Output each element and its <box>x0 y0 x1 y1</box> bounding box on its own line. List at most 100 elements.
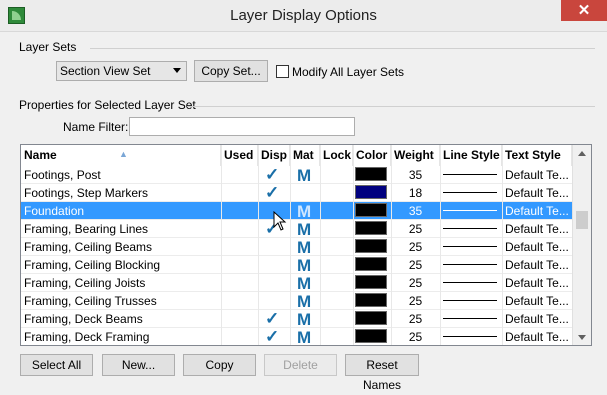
properties-group-label: Properties for Selected Layer Set <box>19 98 196 112</box>
material-icon[interactable]: M <box>297 292 311 311</box>
layer-name-cell[interactable]: Framing, Ceiling Joists <box>21 274 221 292</box>
color-swatch[interactable] <box>355 275 387 289</box>
line-style-sample[interactable] <box>443 210 497 211</box>
table-row[interactable]: Framing, Ceiling Trusses M 25 Default Te... <box>21 292 572 311</box>
column-header-disp[interactable]: Disp <box>258 145 290 166</box>
table-row[interactable]: Framing, Ceiling Beams M 25 Default Te... <box>21 238 572 257</box>
new-button[interactable]: New... <box>102 354 175 376</box>
vertical-scrollbar[interactable] <box>572 145 591 345</box>
material-icon[interactable]: M <box>297 166 311 185</box>
weight-cell[interactable]: 25 <box>391 256 440 274</box>
name-filter-input[interactable] <box>129 117 355 136</box>
color-swatch[interactable] <box>355 239 387 253</box>
layer-set-select[interactable]: Section View Set <box>56 61 187 81</box>
weight-cell[interactable]: 35 <box>391 202 440 220</box>
layer-name-cell[interactable]: Framing, Ceiling Beams <box>21 238 221 256</box>
scroll-down-icon[interactable] <box>578 335 586 340</box>
line-style-sample[interactable] <box>443 246 497 247</box>
table-row[interactable]: Framing, Bearing Lines ✓ M 25 Default Te... <box>21 219 572 239</box>
weight-cell[interactable]: 25 <box>391 292 440 310</box>
display-checkmark-icon[interactable]: ✓ <box>265 165 279 185</box>
material-icon[interactable]: M <box>297 274 311 293</box>
column-header-used[interactable]: Used <box>221 145 258 166</box>
line-style-sample[interactable] <box>443 300 497 301</box>
line-style-sample[interactable] <box>443 336 497 337</box>
material-icon[interactable]: M <box>297 220 311 239</box>
text-style-cell[interactable]: Default Te... <box>502 184 572 202</box>
display-checkmark-icon[interactable]: ✓ <box>265 183 279 203</box>
table-row[interactable]: Framing, Ceiling Joists M 25 Default Te... <box>21 274 572 293</box>
column-header-line-style[interactable]: Line Style <box>440 145 502 166</box>
weight-cell[interactable]: 35 <box>391 166 440 184</box>
color-swatch[interactable] <box>355 167 387 181</box>
column-header-lock[interactable]: Lock <box>320 145 353 166</box>
copy-set-button[interactable]: Copy Set... <box>194 60 268 82</box>
material-icon[interactable]: M <box>297 238 311 257</box>
scroll-up-icon[interactable] <box>578 151 586 156</box>
color-swatch[interactable] <box>355 221 387 235</box>
layer-name-cell[interactable]: Footings, Step Markers <box>21 184 221 202</box>
text-style-cell[interactable]: Default Te... <box>502 256 572 274</box>
column-header-mat[interactable]: Mat <box>290 145 320 166</box>
text-style-cell[interactable]: Default Te... <box>502 202 572 220</box>
line-style-sample[interactable] <box>443 318 497 319</box>
table-row[interactable]: Framing, Deck Beams ✓ M 25 Default Te... <box>21 309 572 329</box>
text-style-cell[interactable]: Default Te... <box>502 292 572 310</box>
layer-name-cell[interactable]: Foundation <box>21 202 221 220</box>
color-swatch[interactable] <box>355 293 387 307</box>
line-style-sample[interactable] <box>443 192 497 193</box>
title-bar: Layer Display Options ✕ <box>0 0 607 32</box>
text-style-cell[interactable]: Default Te... <box>502 274 572 292</box>
layer-name-cell[interactable]: Footings, Post <box>21 166 221 184</box>
weight-cell[interactable]: 25 <box>391 220 440 238</box>
line-style-sample[interactable] <box>443 174 497 175</box>
copy-button[interactable]: Copy <box>183 354 256 376</box>
line-style-sample[interactable] <box>443 282 497 283</box>
table-row[interactable]: Footings, Post ✓ M 35 Default Te... <box>21 165 572 185</box>
material-icon[interactable]: M <box>297 328 311 345</box>
color-swatch[interactable] <box>355 311 387 325</box>
weight-cell[interactable]: 25 <box>391 328 440 345</box>
text-style-cell[interactable]: Default Te... <box>502 328 572 345</box>
material-icon[interactable]: M <box>297 202 311 221</box>
table-row[interactable]: Foundation M 35 Default Te... <box>21 202 572 221</box>
color-swatch[interactable] <box>355 203 387 217</box>
column-header-text-style[interactable]: Text Style <box>502 145 572 166</box>
line-style-sample[interactable] <box>443 264 497 265</box>
material-icon[interactable]: M <box>297 310 311 329</box>
color-swatch[interactable] <box>355 185 387 199</box>
delete-button[interactable]: Delete <box>264 354 337 376</box>
text-style-cell[interactable]: Default Te... <box>502 166 572 184</box>
close-button[interactable]: ✕ <box>561 0 607 21</box>
layer-name-cell[interactable]: Framing, Ceiling Trusses <box>21 292 221 310</box>
table-row[interactable]: Framing, Deck Framing ✓ M 25 Default Te... <box>21 327 572 345</box>
weight-cell[interactable]: 25 <box>391 310 440 328</box>
select-all-button[interactable]: Select All <box>20 354 93 376</box>
column-header-weight[interactable]: Weight <box>391 145 440 166</box>
display-checkmark-icon[interactable]: ✓ <box>265 327 279 345</box>
layer-name-cell[interactable]: Framing, Deck Framing <box>21 328 221 345</box>
layer-name-cell[interactable]: Framing, Deck Beams <box>21 310 221 328</box>
color-swatch[interactable] <box>355 257 387 271</box>
text-style-cell[interactable]: Default Te... <box>502 310 572 328</box>
mouse-pointer-icon <box>273 211 287 231</box>
material-icon[interactable]: M <box>297 256 311 275</box>
scroll-thumb[interactable] <box>576 211 588 229</box>
text-style-cell[interactable]: Default Te... <box>502 238 572 256</box>
weight-cell[interactable]: 18 <box>391 184 440 202</box>
layer-name-cell[interactable]: Framing, Ceiling Blocking <box>21 256 221 274</box>
table-row[interactable]: Framing, Ceiling Blocking M 25 Default Te..… <box>21 256 572 275</box>
column-header-name[interactable]: Name ▲ <box>21 145 221 166</box>
line-style-sample[interactable] <box>443 228 497 229</box>
weight-cell[interactable]: 25 <box>391 238 440 256</box>
layer-name-cell[interactable]: Framing, Bearing Lines <box>21 220 221 238</box>
color-swatch[interactable] <box>355 329 387 343</box>
table-row[interactable]: Footings, Step Markers ✓ 18 Default Te... <box>21 183 572 203</box>
properties-divider <box>187 106 595 107</box>
text-style-cell[interactable]: Default Te... <box>502 220 572 238</box>
weight-cell[interactable]: 25 <box>391 274 440 292</box>
display-checkmark-icon[interactable]: ✓ <box>265 309 279 329</box>
reset-names-button[interactable]: Reset Names <box>345 354 419 392</box>
modify-all-layer-sets-checkbox[interactable] <box>276 65 289 78</box>
column-header-color[interactable]: Color <box>353 145 391 166</box>
